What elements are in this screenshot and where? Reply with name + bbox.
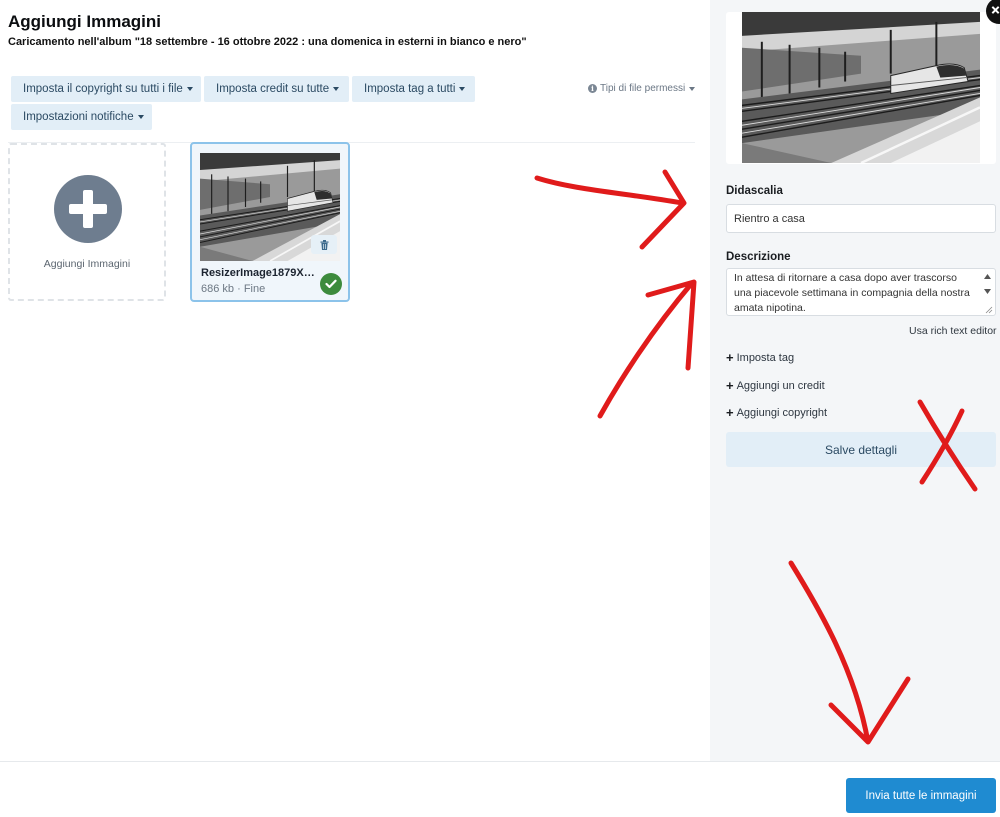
plus-icon: + [726, 350, 734, 365]
set-tag-label: Imposta tag [736, 351, 795, 364]
caret-down-icon [333, 87, 340, 91]
file-card[interactable]: ResizerImage1879X1... 686 kb · Fine [190, 142, 350, 302]
delete-file-button[interactable] [311, 235, 337, 254]
notification-settings-button[interactable]: Impostazioni notifiche [11, 104, 152, 130]
add-credit-label: Aggiungi un credit [736, 379, 825, 392]
add-credit-link[interactable]: + Aggiungi un credit [726, 378, 825, 393]
add-images-label: Aggiungi Immagini [43, 258, 131, 270]
file-meta: 686 kb · Fine [201, 283, 266, 295]
add-copyright-link[interactable]: + Aggiungi copyright [726, 405, 827, 420]
scroll-arrows-icon[interactable] [982, 271, 993, 314]
set-credit-all-button[interactable]: Imposta credit su tutte [204, 76, 349, 102]
set-tag-link[interactable]: + Imposta tag [726, 350, 794, 365]
caption-label: Didascalia [726, 185, 783, 197]
footer-divider [0, 761, 1000, 762]
plus-icon: + [726, 405, 734, 420]
set-tag-all-button[interactable]: Imposta tag a tutti [352, 76, 475, 102]
caret-down-icon [137, 115, 144, 119]
add-copyright-label: Aggiungi copyright [736, 406, 828, 419]
trash-icon [320, 239, 328, 250]
file-size: 686 kb [201, 283, 235, 295]
add-images-tile[interactable]: Aggiungi Immagini [8, 143, 166, 301]
submit-all-button[interactable]: Invia tutte le immagini [846, 778, 996, 813]
plus-icon: + [726, 378, 734, 393]
notification-settings-label: Impostazioni notifiche [23, 111, 134, 123]
set-copyright-all-button[interactable]: Imposta il copyright su tutti i file [11, 76, 201, 102]
caption-input[interactable] [726, 204, 996, 233]
album-subtitle: Caricamento nell'album "18 settembre - 1… [8, 36, 527, 48]
description-textarea[interactable]: In attesa di ritornare a casa dopo aver … [726, 268, 996, 316]
caret-down-icon [459, 87, 466, 91]
rich-text-editor-link[interactable]: Usa rich text editor [909, 325, 997, 337]
info-icon: i [588, 84, 597, 93]
page-title: Aggiungi Immagini [8, 12, 161, 31]
preview-image [742, 12, 980, 163]
image-preview [726, 12, 996, 164]
save-details-button[interactable]: Salve dettagli [726, 432, 996, 467]
allowed-file-types-label: Tipi di file permessi [600, 83, 686, 94]
annotation-arrow-up [597, 279, 697, 419]
set-tag-all-label: Imposta tag a tutti [364, 83, 456, 95]
file-name: ResizerImage1879X1... [201, 267, 319, 279]
caret-down-icon [186, 87, 193, 91]
annotation-arrow-right [534, 169, 687, 250]
check-circle-icon [320, 273, 342, 295]
plus-circle-icon [54, 175, 122, 243]
allowed-file-types-link[interactable]: i Tipi di file permessi [588, 83, 696, 94]
set-copyright-all-label: Imposta il copyright su tutti i file [23, 83, 183, 95]
set-credit-all-label: Imposta credit su tutte [216, 83, 330, 95]
caret-down-icon [689, 86, 696, 91]
file-status: Fine [243, 283, 266, 295]
description-label: Descrizione [726, 251, 791, 263]
